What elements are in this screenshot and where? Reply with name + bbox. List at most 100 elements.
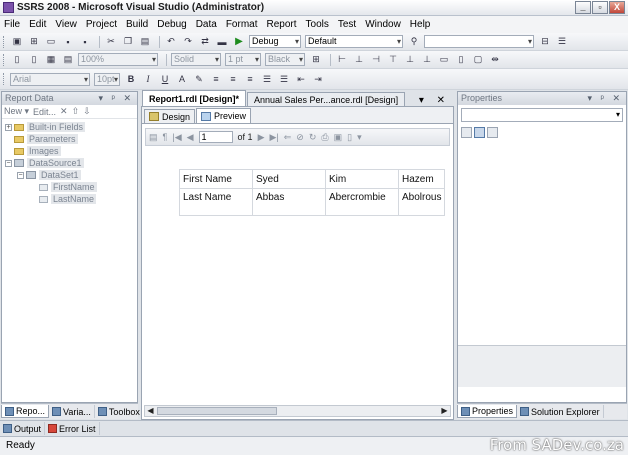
menu-edit[interactable]: Edit: [29, 19, 46, 30]
delete-icon[interactable]: ✕: [60, 106, 68, 117]
categorized-icon[interactable]: [461, 126, 472, 138]
undo-icon[interactable]: ↶: [164, 35, 178, 48]
close-button[interactable]: X: [609, 1, 625, 14]
tab-output[interactable]: Output: [0, 422, 46, 435]
same-width-icon[interactable]: ▭: [437, 53, 451, 66]
tree-item-dataset1[interactable]: − DataSet1: [5, 169, 137, 181]
highlight-icon[interactable]: ✎: [192, 73, 206, 86]
grid-icon[interactable]: ▤: [61, 53, 75, 66]
restore-button[interactable]: ▫: [592, 1, 608, 14]
underline-button[interactable]: U: [158, 73, 172, 86]
move-down-icon[interactable]: ⇩: [83, 106, 91, 117]
tab-error-list[interactable]: Error List: [45, 422, 100, 435]
find-icon[interactable]: ⚲: [407, 35, 421, 48]
menu-format[interactable]: Format: [226, 19, 258, 30]
scroll-right-icon[interactable]: ▶: [439, 406, 450, 416]
tree-item-built-in-fields[interactable]: + Built-in Fields: [5, 121, 137, 133]
align-right-icon[interactable]: ⊣: [369, 53, 383, 66]
tab-preview[interactable]: Preview: [196, 108, 252, 123]
align-left-icon[interactable]: ⊢: [335, 53, 349, 66]
last-page-icon[interactable]: ▶|: [269, 132, 278, 143]
horizontal-scrollbar[interactable]: ◀ ▶: [144, 405, 451, 417]
properties-icon[interactable]: ☰: [555, 35, 569, 48]
tree-item-datasource1[interactable]: − DataSource1: [5, 157, 137, 169]
menu-build[interactable]: Build: [126, 19, 148, 30]
tab-toolbox[interactable]: Toolbox: [95, 405, 144, 418]
alphabetical-icon[interactable]: [474, 126, 485, 138]
border-style-select[interactable]: Solid: [171, 53, 221, 66]
back-icon[interactable]: ⇐: [284, 132, 292, 143]
print-layout-icon[interactable]: ▣: [334, 132, 343, 143]
bold-button[interactable]: B: [124, 73, 138, 86]
panel-controls[interactable]: ▾ ᵖ ✕: [588, 92, 623, 105]
edit-button[interactable]: Edit...: [33, 107, 56, 117]
border-width-select[interactable]: 1 pt: [225, 53, 261, 66]
collapse-icon[interactable]: −: [5, 159, 12, 167]
toolbar-grip[interactable]: [3, 73, 6, 85]
save-all-icon[interactable]: ▪: [78, 35, 92, 48]
scroll-left-icon[interactable]: ◀: [145, 406, 156, 416]
redo-icon[interactable]: ↷: [181, 35, 195, 48]
align-text-left-icon[interactable]: ≡: [209, 73, 223, 86]
menu-report[interactable]: Report: [267, 19, 297, 30]
border-icon[interactable]: ⊞: [309, 53, 323, 66]
save-icon[interactable]: ▪: [61, 35, 75, 48]
tree-item-parameters[interactable]: Parameters: [5, 133, 137, 145]
menu-tools[interactable]: Tools: [306, 19, 329, 30]
copy-icon[interactable]: ❐: [121, 35, 135, 48]
parameters-icon[interactable]: ¶: [163, 132, 168, 142]
tab-report-data[interactable]: Repo...: [1, 405, 50, 418]
bullets-icon[interactable]: ☰: [260, 73, 274, 86]
screen-icon[interactable]: ▬: [215, 35, 229, 48]
layout-icon[interactable]: ▦: [44, 53, 58, 66]
tree-item-firstname[interactable]: FirstName: [5, 181, 137, 193]
previous-page-icon[interactable]: ◀: [187, 132, 194, 143]
menu-test[interactable]: Test: [338, 19, 356, 30]
open-file-icon[interactable]: ▭: [44, 35, 58, 48]
tree-item-images[interactable]: Images: [5, 145, 137, 157]
object-select[interactable]: [461, 108, 623, 122]
toolbar-grip[interactable]: [3, 35, 6, 48]
tab-solution-explorer[interactable]: Solution Explorer: [517, 405, 604, 418]
border-color-select[interactable]: Black: [265, 53, 305, 66]
minimize-button[interactable]: _: [575, 1, 591, 14]
property-pages-icon[interactable]: [487, 126, 498, 138]
menu-debug[interactable]: Debug: [157, 19, 186, 30]
decrease-indent-icon[interactable]: ⇤: [294, 73, 308, 86]
italic-button[interactable]: I: [141, 73, 155, 86]
page-number-input[interactable]: 1: [198, 131, 233, 143]
stop-icon[interactable]: ⊘: [296, 132, 304, 143]
solution-explorer-icon[interactable]: ⊟: [538, 35, 552, 48]
move-up-icon[interactable]: ⇧: [72, 106, 80, 117]
paste-icon[interactable]: ▤: [138, 35, 152, 48]
font-size-select[interactable]: 10pt: [94, 72, 120, 86]
refresh-icon[interactable]: ↻: [309, 132, 317, 143]
print-icon[interactable]: ⎙: [321, 132, 328, 143]
find-combo[interactable]: [424, 35, 534, 48]
increase-indent-icon[interactable]: ⇥: [311, 73, 325, 86]
expand-icon[interactable]: +: [5, 123, 12, 131]
next-page-icon[interactable]: ▶: [258, 132, 265, 143]
toolbar-grip[interactable]: [3, 53, 6, 66]
align-center-icon[interactable]: ⊥: [352, 53, 366, 66]
same-size-icon[interactable]: ▢: [471, 53, 485, 66]
menu-help[interactable]: Help: [410, 19, 431, 30]
font-select[interactable]: Arial: [10, 72, 90, 86]
panel-controls[interactable]: ▾ ᵖ ✕: [99, 92, 134, 105]
add-item-icon[interactable]: ⊞: [27, 35, 41, 48]
spacing-icon[interactable]: ⇹: [488, 53, 502, 66]
menu-file[interactable]: File: [4, 19, 20, 30]
zoom-select[interactable]: 100%: [78, 53, 158, 66]
menu-view[interactable]: View: [55, 19, 77, 30]
menu-data[interactable]: Data: [196, 19, 217, 30]
navigate-icon[interactable]: ⇄: [198, 35, 212, 48]
tab-properties[interactable]: Properties: [457, 405, 518, 418]
menu-window[interactable]: Window: [365, 19, 401, 30]
new-project-icon[interactable]: ▣: [10, 35, 24, 48]
tab-annual-sales-design[interactable]: Annual Sales Per...ance.rdl [Design]: [247, 92, 406, 106]
new-menu[interactable]: New ▾: [4, 106, 29, 117]
tab-design[interactable]: Design: [144, 109, 196, 123]
page-setup-icon[interactable]: ▯: [27, 53, 41, 66]
export-icon[interactable]: ▾: [357, 132, 362, 143]
align-text-center-icon[interactable]: ≡: [226, 73, 240, 86]
